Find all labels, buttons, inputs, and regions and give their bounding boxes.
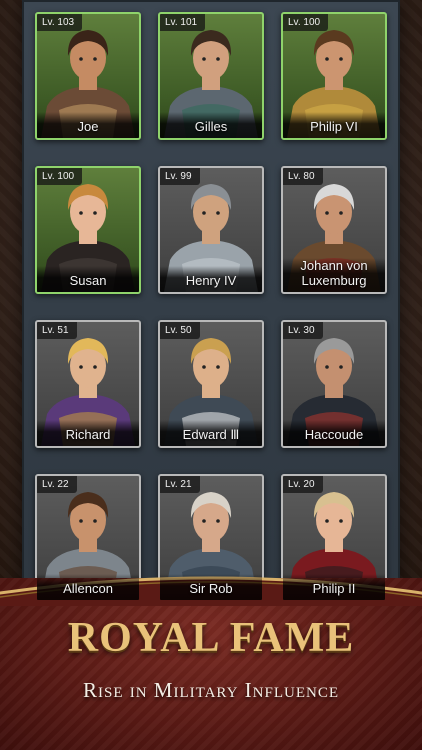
hero-name-band: Henry IV bbox=[160, 266, 262, 292]
hero-name: Philip II bbox=[312, 581, 356, 596]
hero-name: Allencon bbox=[63, 581, 113, 596]
hero-card[interactable]: Lv. 20 Philip II bbox=[281, 474, 387, 602]
hero-card[interactable]: Lv. 21 Sir Rob bbox=[158, 474, 264, 602]
hero-name-band: Haccoude bbox=[283, 420, 385, 446]
hero-level: Lv. 100 bbox=[37, 168, 83, 185]
hero-level: Lv. 30 bbox=[283, 322, 323, 339]
hero-name-band: Richard bbox=[37, 420, 139, 446]
hero-level: Lv. 22 bbox=[37, 476, 77, 493]
hero-card[interactable]: Lv. 100 Susan bbox=[35, 166, 141, 294]
hero-card[interactable]: Lv. 99 Henry IV bbox=[158, 166, 264, 294]
hero-name-band: Philip VI bbox=[283, 112, 385, 138]
hero-name-band: Susan bbox=[37, 266, 139, 292]
hero-level: Lv. 80 bbox=[283, 168, 323, 185]
hero-level: Lv. 21 bbox=[160, 476, 200, 493]
hero-card[interactable]: Lv. 22 Allencon bbox=[35, 474, 141, 602]
hero-name: Susan bbox=[69, 273, 107, 288]
hero-card[interactable]: Lv. 30 Haccoude bbox=[281, 320, 387, 448]
hero-card[interactable]: Lv. 100 Philip VI bbox=[281, 12, 387, 140]
hero-level: Lv. 50 bbox=[160, 322, 200, 339]
banner-subtitle: Rise in Military Influence bbox=[82, 678, 340, 702]
hero-level: Lv. 100 bbox=[283, 14, 329, 31]
banner-title: ROYAL FAME bbox=[67, 615, 355, 661]
hero-name: Johann von Luxemburg bbox=[300, 258, 368, 288]
hero-card[interactable]: Lv. 103 Joe bbox=[35, 12, 141, 140]
hero-name: Haccoude bbox=[304, 427, 364, 442]
hero-card[interactable]: Lv. 80 Johann von Luxemburg bbox=[281, 166, 387, 294]
hero-name-band: Philip II bbox=[283, 574, 385, 600]
hero-name: Sir Rob bbox=[189, 581, 233, 596]
hero-card[interactable]: Lv. 101 Gilles bbox=[158, 12, 264, 140]
hero-name: Joe bbox=[77, 119, 99, 134]
hero-name-band: Johann von Luxemburg bbox=[283, 258, 385, 292]
hero-name: Richard bbox=[65, 427, 111, 442]
hero-name: Gilles bbox=[194, 119, 228, 134]
hero-level: Lv. 51 bbox=[37, 322, 77, 339]
hero-name: Henry IV bbox=[185, 273, 237, 288]
hero-name-band: Joe bbox=[37, 112, 139, 138]
hero-name-band: Edward Ⅲ bbox=[160, 420, 262, 446]
hero-card[interactable]: Lv. 50 Edward Ⅲ bbox=[158, 320, 264, 448]
hero-level: Lv. 99 bbox=[160, 168, 200, 185]
hero-level: Lv. 20 bbox=[283, 476, 323, 493]
hero-level: Lv. 101 bbox=[160, 14, 206, 31]
hero-level: Lv. 103 bbox=[37, 14, 83, 31]
hero-name-band: Allencon bbox=[37, 574, 139, 600]
hero-name: Edward Ⅲ bbox=[182, 427, 240, 442]
hero-card[interactable]: Lv. 51 Richard bbox=[35, 320, 141, 448]
hero-name-band: Gilles bbox=[160, 112, 262, 138]
hero-name: Philip VI bbox=[310, 119, 358, 134]
hero-name-band: Sir Rob bbox=[160, 574, 262, 600]
